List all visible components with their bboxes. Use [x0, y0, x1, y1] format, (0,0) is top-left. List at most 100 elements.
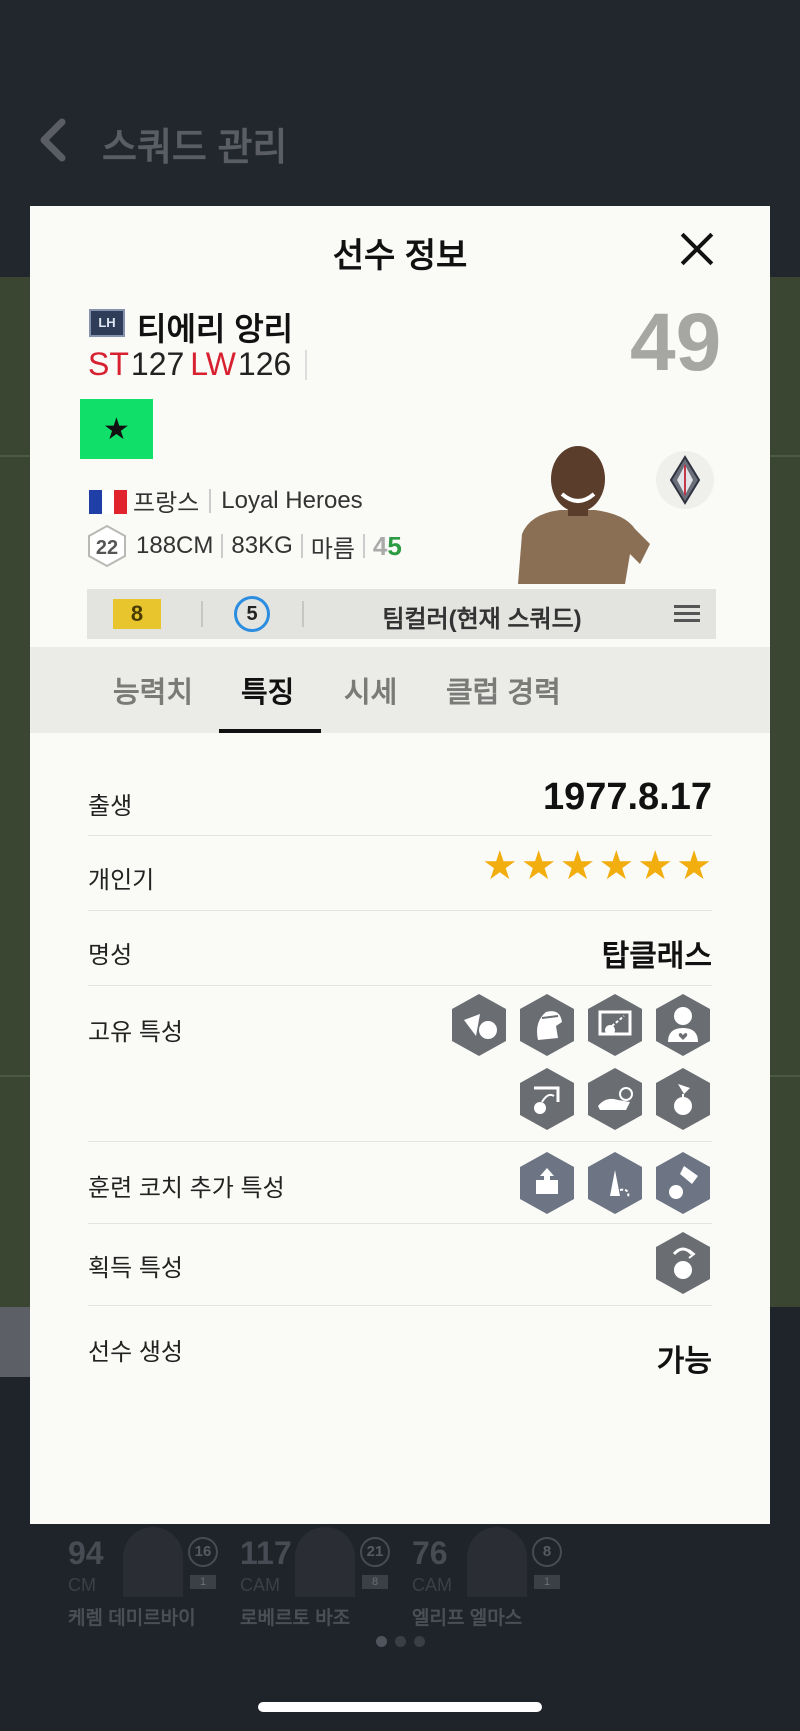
menu-icon[interactable] — [674, 605, 700, 623]
divider — [300, 534, 303, 558]
player-name: 티에리 앙리 — [137, 311, 294, 347]
card-number: 16 — [188, 1537, 218, 1567]
unique-traits-row-1 — [450, 992, 712, 1058]
divider — [305, 349, 308, 380]
card-ovr: 94 — [68, 1535, 104, 1571]
position-value: 127 — [130, 346, 185, 382]
card-ovr: 76 — [412, 1535, 448, 1571]
coach-traits-icons — [518, 1150, 712, 1216]
flair-icon[interactable] — [518, 992, 576, 1058]
foot-ratings: 4 5 — [373, 531, 402, 562]
player-creation-value: 가능 — [656, 1345, 712, 1378]
height: 188CM — [136, 532, 214, 559]
card-number: 8 — [532, 1537, 562, 1567]
fan-favorite-icon[interactable] — [654, 992, 712, 1058]
unique-traits-row-2 — [518, 1066, 712, 1132]
player-photo — [500, 434, 655, 584]
home-indicator[interactable] — [258, 1702, 542, 1712]
player-info-modal: 선수 정보 LH 티에리 앙리 ST 127 LW 126 49 ★ 프랑스 L… — [30, 206, 770, 1524]
finesse-shot-icon[interactable] — [450, 992, 508, 1058]
team-color-label[interactable]: 팀컬러(현재 스쿼드) — [297, 599, 667, 634]
season-badge: LH — [89, 309, 125, 337]
tab-bar: 능력치 특징 시세 클럽 경력 — [30, 647, 770, 733]
chip-shot-icon[interactable] — [518, 1066, 576, 1132]
player-creation-row: 선수 생성 가능 — [88, 1306, 712, 1386]
player-info-bar: 8 5 팀컬러(현재 스쿼드) — [87, 589, 716, 639]
age-hex-icon: 22 — [86, 524, 128, 568]
active-tab-indicator — [219, 729, 321, 733]
tab-price[interactable]: 시세 — [344, 669, 397, 711]
unique-traits-label: 고유 특성 — [88, 1019, 183, 1046]
star-icon: ★ — [676, 844, 712, 888]
birth-row: 출생 1977.8.17 — [88, 746, 712, 836]
dribbler-route-icon[interactable] — [586, 1150, 644, 1216]
fame-value: 탑클래스 — [601, 940, 712, 973]
position-ratings: ST 127 LW 126 — [88, 346, 308, 383]
early-crosser-icon[interactable] — [518, 1150, 576, 1216]
tab-features[interactable]: 특징 — [241, 669, 294, 711]
long-shot-icon[interactable] — [586, 992, 644, 1058]
popularity-row: 개인기 ★ ★ ★ ★ ★ ★ — [88, 836, 712, 911]
popularity-stars: ★ ★ ★ ★ ★ ★ — [482, 846, 712, 886]
flair-pass-icon[interactable] — [654, 1230, 712, 1296]
position-code: ST — [88, 346, 129, 382]
position-value: 126 — [237, 346, 292, 382]
star-icon: ★ — [481, 844, 518, 888]
position-code: LW — [190, 346, 236, 382]
physical-info: 22 188CM 83KG 마름 4 5 — [86, 524, 402, 568]
birth-value: 1977.8.17 — [542, 776, 712, 818]
skill-moves-badge: 5 — [234, 596, 270, 632]
card-name: 케렘 데미르바이 — [68, 1608, 196, 1629]
star-icon: ★ — [520, 844, 557, 888]
back-arrow-icon[interactable] — [36, 118, 70, 162]
coach-traits-row: 훈련 코치 추가 특성 — [88, 1142, 712, 1224]
player-creation-label: 선수 생성 — [88, 1339, 183, 1366]
card-number: 21 — [360, 1537, 390, 1567]
bench-card[interactable]: 117 CAM 21 8 로베르토 바조 — [240, 1527, 410, 1635]
nation-name: 프랑스 — [133, 490, 200, 517]
club-name: Loyal Heroes — [221, 486, 363, 514]
age-value: 22 — [96, 537, 118, 559]
acquired-traits-icons — [654, 1230, 712, 1296]
tab-club-career[interactable]: 클럽 경력 — [446, 669, 561, 711]
club-logo-icon — [656, 451, 714, 509]
body-type: 마름 — [310, 535, 355, 563]
upgrade-grade-badge: 8 — [113, 599, 161, 629]
overall-rating: 49 — [630, 297, 722, 388]
close-icon[interactable] — [674, 226, 720, 272]
player-photo — [467, 1527, 527, 1597]
speed-dribbler-icon[interactable] — [586, 1066, 644, 1132]
nation-club: 프랑스 Loyal Heroes — [133, 483, 363, 518]
bench-card[interactable]: 94 CM 16 1 케렘 데미르바이 — [68, 1527, 238, 1635]
player-photo — [123, 1527, 183, 1597]
tricky-dribbler-icon[interactable] — [654, 1066, 712, 1132]
divider — [201, 601, 203, 627]
acquired-traits-row: 획득 특성 — [88, 1224, 712, 1306]
weak-foot: 4 — [372, 530, 388, 561]
star-icon[interactable]: ★ — [80, 399, 153, 459]
card-position: CAM — [240, 1575, 280, 1595]
fame-row: 명성 탑클래스 — [88, 911, 712, 986]
card-position: CM — [68, 1575, 96, 1595]
card-name: 로베르토 바조 — [240, 1608, 351, 1629]
skill-kick-icon[interactable] — [654, 1150, 712, 1216]
card-ovr: 117 — [240, 1535, 292, 1571]
page-indicator — [376, 1636, 425, 1647]
divider — [209, 488, 212, 513]
divider — [362, 534, 365, 558]
card-name: 엘리프 엘마스 — [412, 1608, 523, 1629]
modal-title: 선수 정보 — [332, 237, 468, 275]
unique-traits-row: 고유 특성 — [88, 986, 712, 1142]
france-flag-icon — [89, 490, 128, 514]
fame-label: 명성 — [88, 942, 133, 969]
acquired-traits-label: 획득 특성 — [88, 1255, 183, 1282]
strong-foot: 5 — [387, 530, 402, 561]
bench-card[interactable]: 76 CAM 8 1 엘리프 엘마스 — [412, 1527, 582, 1635]
tab-stats[interactable]: 능력치 — [113, 669, 193, 711]
background-page-title: 스쿼드 관리 — [102, 127, 288, 169]
birth-label: 출생 — [88, 793, 133, 820]
coach-traits-label: 훈련 코치 추가 특성 — [88, 1175, 285, 1202]
card-position: CAM — [412, 1575, 452, 1595]
divider — [221, 534, 224, 558]
star-icon: ★ — [598, 844, 635, 888]
